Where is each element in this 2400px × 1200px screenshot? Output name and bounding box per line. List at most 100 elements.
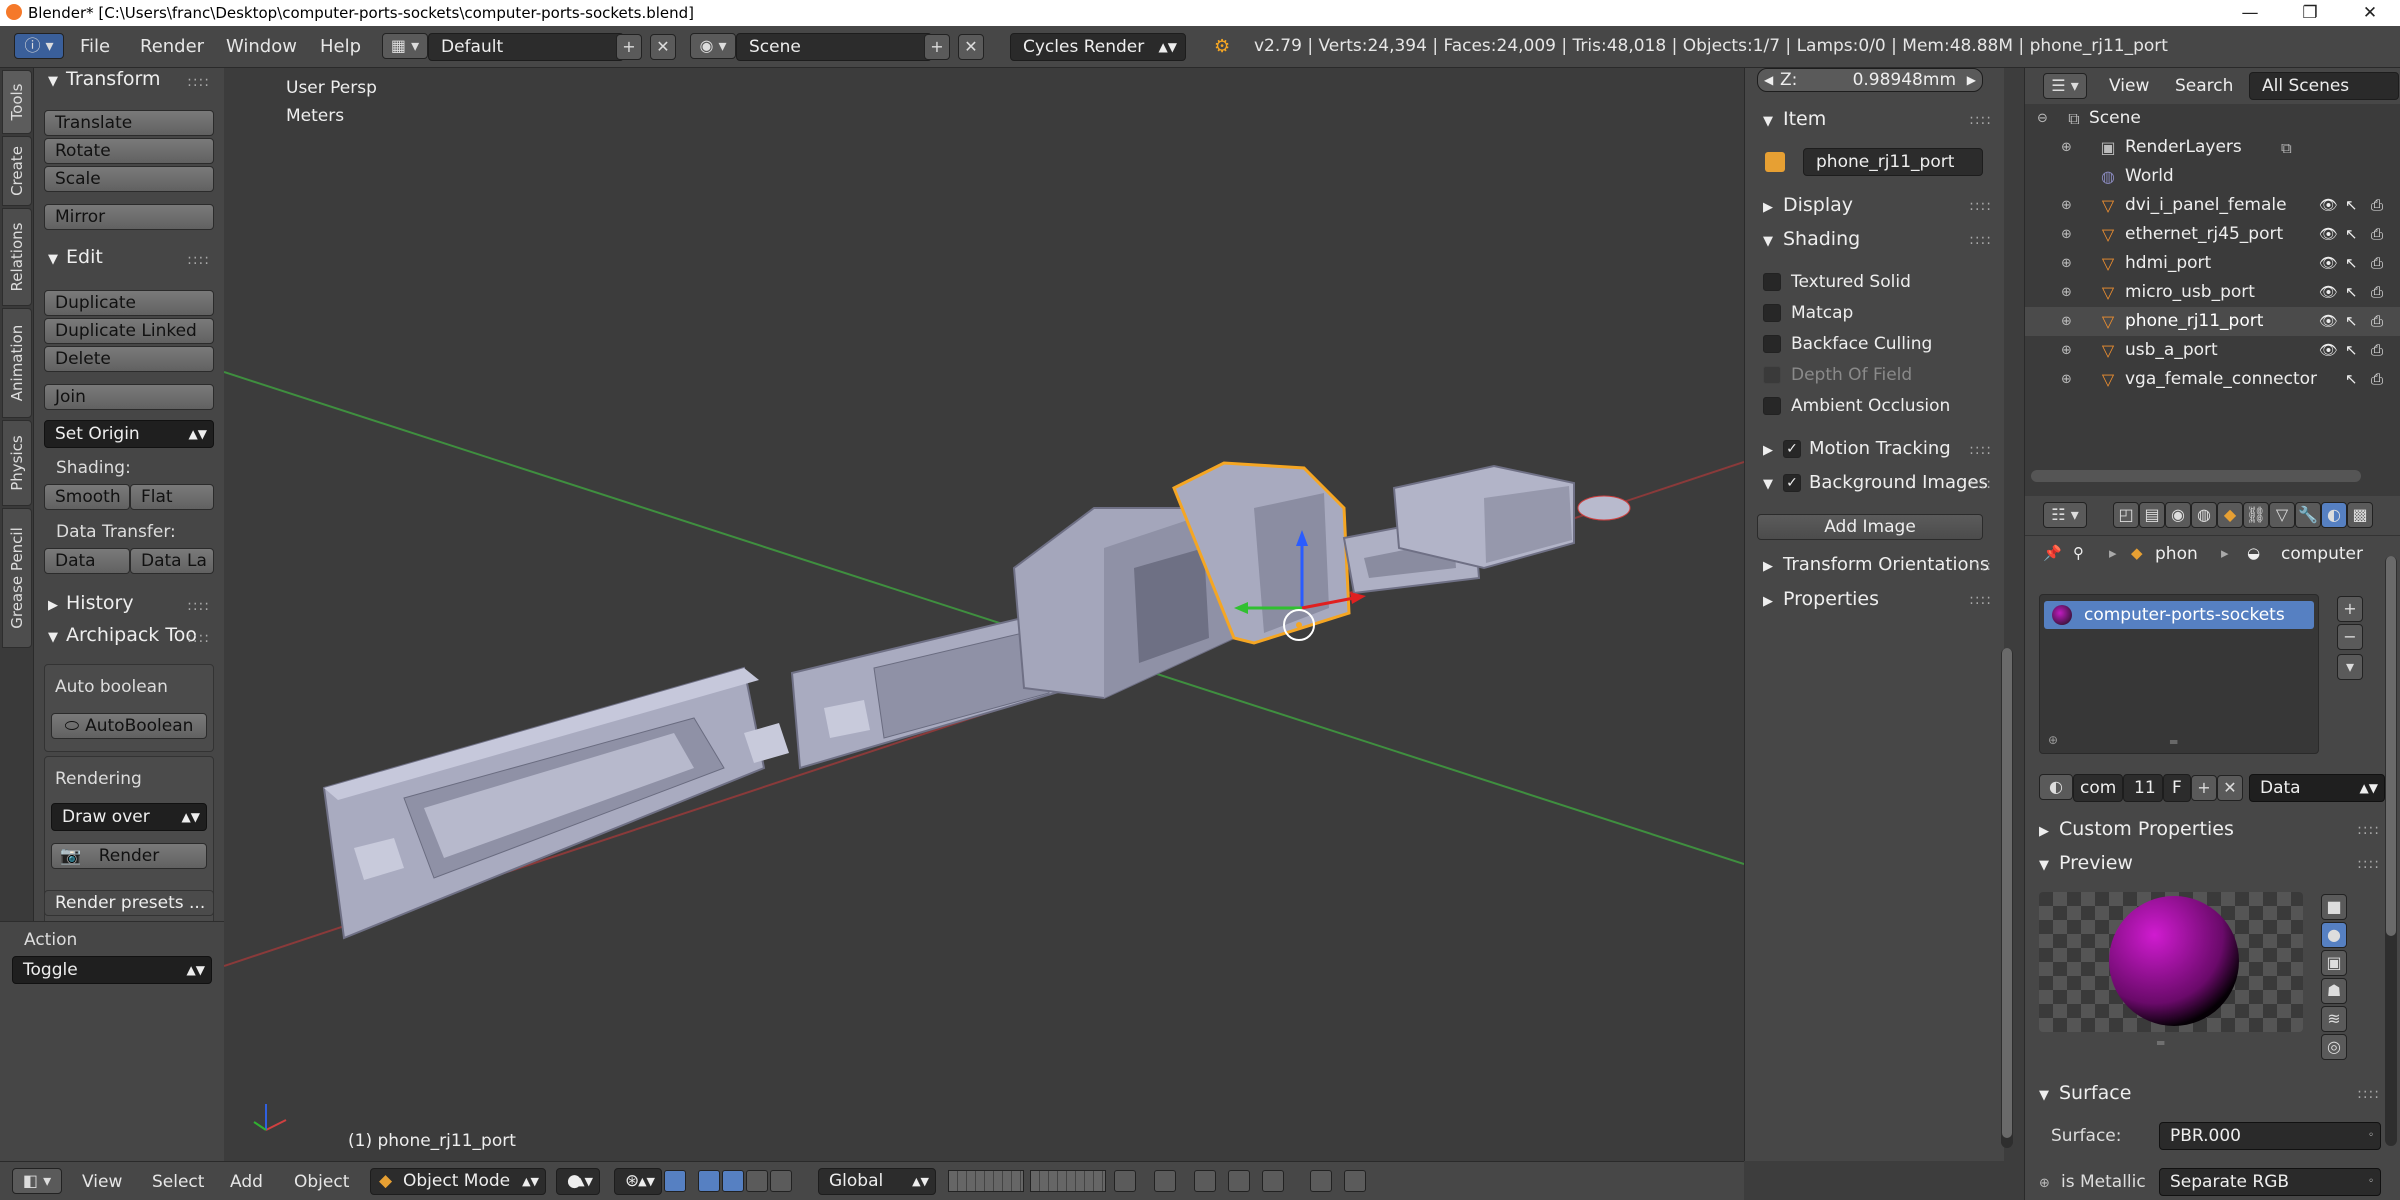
rotate-manipulator-icon[interactable] — [722, 1170, 744, 1192]
select-arrow-icon[interactable]: ↖ — [2345, 365, 2358, 394]
preview-monkey-icon[interactable]: ☗ — [2321, 978, 2347, 1004]
expand-icon[interactable]: ⊕ — [2061, 336, 2072, 365]
outliner-row-hdmi[interactable]: ⊕ ▽ hdmi_port 👁 ↖ ⎙ — [2025, 249, 2400, 278]
panel-preview-header[interactable]: ▼ Preview — [2039, 852, 2133, 874]
render-button[interactable]: 📷 Render — [51, 843, 207, 869]
preview-sphere-icon[interactable]: ● — [2321, 922, 2347, 948]
drag-handle-icon[interactable]: :::: — [187, 74, 210, 90]
expand-icon[interactable]: ⊕ — [2061, 220, 2072, 249]
menu-view[interactable]: View — [82, 1172, 122, 1192]
panel-background-images-header[interactable]: ▼ ✓ Background Images — [1763, 472, 1988, 493]
viewport-shading-dropdown[interactable]: ● ▲▼ — [556, 1168, 600, 1195]
list-filter-icon[interactable]: ⊕ — [2048, 733, 2058, 747]
duplicate-button[interactable]: Duplicate — [44, 290, 214, 316]
delete-button[interactable]: Delete — [44, 346, 214, 372]
dvi-connector-mesh[interactable] — [322, 666, 789, 940]
snap-toggle-icon[interactable] — [1194, 1170, 1216, 1192]
expand-icon[interactable]: ⊕ — [2061, 133, 2072, 162]
micro-usb-port-mesh[interactable] — [1577, 495, 1631, 521]
pivot-point-dropdown[interactable]: ⊛ ▲▼ — [614, 1168, 662, 1195]
unlink-material-icon[interactable]: ✕ — [2217, 775, 2243, 801]
drag-handle-icon[interactable]: :::: — [2357, 856, 2380, 872]
material-slot-row[interactable]: computer-ports-sockets — [2044, 601, 2314, 629]
auto-boolean-button[interactable]: ⬭ AutoBoolean — [51, 713, 207, 739]
manipulator-toggle-icon[interactable] — [664, 1170, 686, 1192]
expand-icon[interactable]: ⊕ — [2061, 365, 2072, 394]
drag-handle-icon[interactable]: :::: — [1969, 112, 1992, 128]
editor-type-outliner-icon[interactable]: ☰ ▾ — [2043, 73, 2087, 99]
render-camera-icon[interactable]: ⎙ — [2371, 365, 2383, 394]
manipulator-extra-icon[interactable] — [770, 1170, 792, 1192]
expand-icon[interactable]: ⊕ — [2061, 307, 2072, 336]
expand-icon[interactable]: ⊕ — [2061, 278, 2072, 307]
preview-resize-handle-icon[interactable]: ═ — [2157, 1036, 2164, 1050]
n-panel-scrollbar[interactable] — [2001, 648, 2013, 1148]
new-material-icon[interactable]: + — [2191, 775, 2217, 801]
render-engine-dropdown[interactable]: Cycles Render ▲▼ — [1010, 33, 1186, 61]
menu-help[interactable]: Help — [320, 36, 361, 57]
expand-icon[interactable]: ⊕ — [2061, 191, 2072, 220]
render-layers-tab-icon[interactable]: ▤ — [2139, 502, 2165, 528]
layers-grid-2[interactable] — [1030, 1170, 1106, 1192]
smooth-button[interactable]: Smooth — [44, 484, 130, 510]
panel-edit-header[interactable]: ▼ Edit — [48, 246, 103, 268]
menu-file[interactable]: File — [80, 36, 110, 57]
select-arrow-icon[interactable]: ↖ — [2345, 278, 2358, 307]
material-users-count[interactable]: 11 — [2123, 774, 2163, 802]
action-toggle-dropdown[interactable]: Toggle ▲▼ — [12, 956, 212, 984]
outliner-row-micro-usb[interactable]: ⊕ ▽ micro_usb_port 👁 ↖ ⎙ — [2025, 278, 2400, 307]
scene-tab-icon[interactable]: ◉ — [2165, 502, 2191, 528]
menu-object[interactable]: Object — [294, 1172, 349, 1192]
visibility-eye-icon[interactable]: 👁 — [2319, 191, 2338, 220]
arrow-left-icon[interactable]: ◀ — [1764, 69, 1773, 91]
flat-button[interactable]: Flat — [130, 484, 214, 510]
outliner-row-world[interactable]: ◍ World — [2025, 162, 2400, 191]
scale-manipulator-icon[interactable] — [746, 1170, 768, 1192]
object-tab-icon[interactable]: ◆ — [2217, 502, 2243, 528]
outliner-hscrollbar[interactable] — [2031, 470, 2361, 482]
menu-add[interactable]: Add — [230, 1172, 263, 1192]
opengl-animation-icon[interactable] — [1344, 1170, 1366, 1192]
render-layer-icon[interactable]: ⧉ — [2281, 134, 2292, 163]
checkbox-box[interactable] — [1763, 397, 1781, 415]
render-camera-icon[interactable]: ⎙ — [2371, 191, 2383, 220]
render-camera-icon[interactable]: ⎙ — [2371, 249, 2383, 278]
expand-icon[interactable]: ⊕ — [2061, 249, 2072, 278]
add-screen-icon[interactable]: + — [616, 34, 642, 60]
data-layout-button[interactable]: Data La — [130, 548, 214, 574]
opengl-render-icon[interactable] — [1310, 1170, 1332, 1192]
panel-archipack-header[interactable]: ▼ Archipack Too — [48, 624, 197, 646]
outliner-row-ethernet[interactable]: ⊕ ▽ ethernet_rj45_port 👁 ↖ ⎙ — [2025, 220, 2400, 249]
drag-handle-icon[interactable]: :::: — [187, 598, 210, 614]
add-scene-icon[interactable]: + — [924, 34, 950, 60]
texture-tab-icon[interactable]: ▩ — [2347, 502, 2373, 528]
panel-shading-header[interactable]: ▼ Shading — [1763, 228, 1860, 250]
add-slot-icon[interactable]: + — [2337, 596, 2363, 622]
is-metallic-input-dropdown[interactable]: Separate RGB ◦ — [2159, 1168, 2381, 1196]
render-camera-icon[interactable]: ⎙ — [2371, 336, 2383, 365]
panel-transform-header[interactable]: ▼ Transform — [48, 68, 161, 90]
maximize-icon[interactable]: ❐ — [2280, 0, 2340, 26]
render-camera-icon[interactable]: ⎙ — [2371, 220, 2383, 249]
panel-custom-properties-header[interactable]: ▶ Custom Properties — [2039, 818, 2234, 840]
outliner-search-menu[interactable]: Search — [2175, 76, 2233, 96]
panel-surface-header[interactable]: ▼ Surface — [2039, 1082, 2131, 1104]
remove-screen-icon[interactable]: ✕ — [650, 34, 676, 60]
drag-handle-icon[interactable]: :::: — [2357, 822, 2380, 838]
drag-handle-icon[interactable]: :::: — [1969, 442, 1992, 458]
list-resize-handle-icon[interactable]: ═ — [2170, 735, 2177, 749]
browse-material-icon[interactable]: ◐ — [2039, 774, 2073, 800]
drag-handle-icon[interactable]: :::: — [1969, 476, 1992, 492]
menu-render[interactable]: Render — [140, 36, 204, 57]
outliner-row-renderlayers[interactable]: ⊕ ▣ RenderLayers ⧉ — [2025, 133, 2400, 162]
scale-button[interactable]: Scale — [44, 166, 214, 192]
drag-handle-icon[interactable]: :::: — [1969, 592, 1992, 608]
material-slot-list[interactable]: computer-ports-sockets ⊕ ═ — [2039, 594, 2319, 754]
link-type-dropdown[interactable]: Data ▲▼ — [2249, 774, 2385, 802]
scene-selector-icon[interactable]: ◉ ▾ — [690, 33, 736, 59]
select-arrow-icon[interactable]: ↖ — [2345, 220, 2358, 249]
mirror-button[interactable]: Mirror — [44, 204, 214, 230]
snap-target-icon[interactable] — [1262, 1170, 1284, 1192]
preview-cube-icon[interactable]: ▣ — [2321, 950, 2347, 976]
menu-window[interactable]: Window — [226, 36, 297, 57]
